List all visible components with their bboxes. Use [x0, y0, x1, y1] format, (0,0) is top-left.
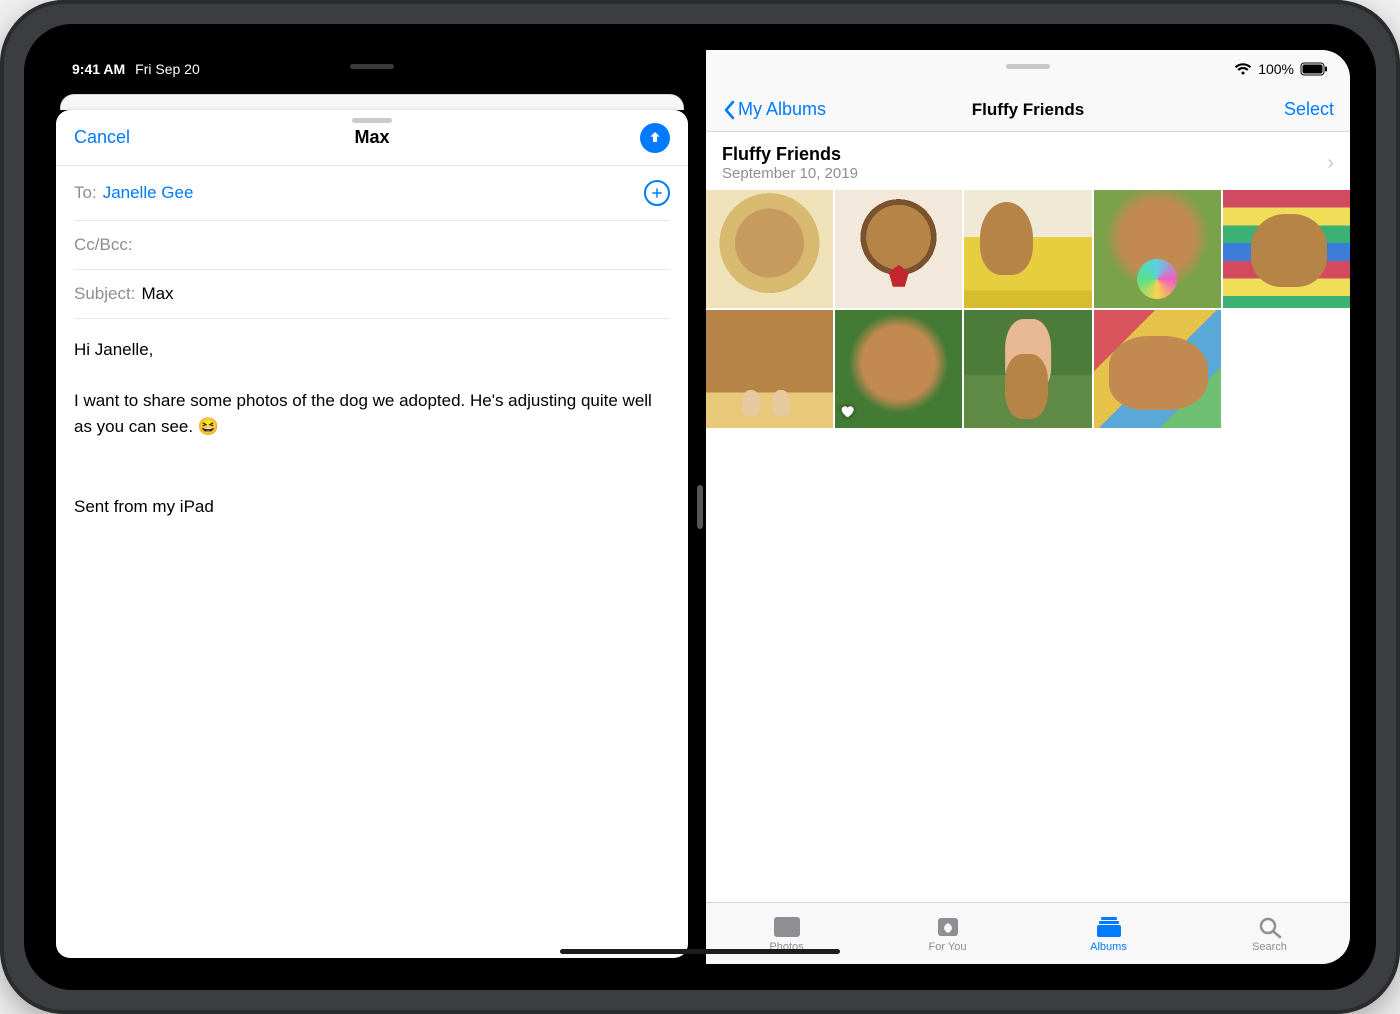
back-label: My Albums [738, 99, 826, 120]
photo-thumb[interactable] [1094, 190, 1221, 308]
subject-label: Subject: [74, 284, 135, 304]
split-view-divider[interactable] [694, 50, 706, 964]
tab-search[interactable]: Search [1230, 915, 1310, 953]
wifi-icon [1234, 62, 1252, 76]
ccbcc-label: Cc/Bcc: [74, 235, 133, 255]
tab-label: For You [929, 941, 967, 953]
select-button[interactable]: Select [1284, 99, 1334, 120]
album-name: Fluffy Friends [722, 144, 858, 165]
chevron-left-icon [722, 100, 736, 120]
photo-thumb[interactable] [1094, 310, 1221, 428]
album-header[interactable]: Fluffy Friends September 10, 2019 › [706, 132, 1350, 190]
status-bar-left: 9:41 AM Fri Sep 20 [50, 50, 694, 88]
compose-card: Cancel Max To: Janelle Gee [56, 110, 688, 958]
arrow-up-icon [647, 130, 663, 146]
album-date: September 10, 2019 [722, 165, 858, 182]
photos-navbar: My Albums Fluffy Friends Select [706, 88, 1350, 132]
photo-thumb[interactable] [964, 190, 1091, 308]
multitask-pill-icon[interactable] [1006, 64, 1050, 69]
to-label: To: [74, 183, 97, 203]
battery-icon [1300, 62, 1328, 76]
home-indicator[interactable] [560, 949, 840, 954]
tab-label: Albums [1090, 941, 1127, 953]
photo-thumb[interactable] [1223, 190, 1350, 308]
background-card [60, 94, 684, 110]
favorite-heart-icon [839, 403, 855, 424]
ipad-bezel: 9:41 AM Fri Sep 20 Cancel Max [24, 24, 1376, 990]
mail-app: 9:41 AM Fri Sep 20 Cancel Max [50, 50, 694, 964]
photo-thumb[interactable] [835, 190, 962, 308]
status-bar-right: 100% [706, 50, 1350, 88]
back-button[interactable]: My Albums [722, 99, 826, 120]
compose-signature[interactable]: Sent from my iPad [56, 497, 688, 535]
subject-field[interactable]: Subject: Max [74, 270, 670, 319]
send-button[interactable] [640, 123, 670, 153]
compose-body[interactable]: Hi Janelle, I want to share some photos … [56, 319, 688, 457]
photo-thumb[interactable] [835, 310, 962, 428]
to-recipient[interactable]: Janelle Gee [103, 183, 194, 203]
to-field[interactable]: To: Janelle Gee [74, 166, 670, 221]
plus-icon [650, 186, 664, 200]
ipad-screen: 9:41 AM Fri Sep 20 Cancel Max [50, 50, 1350, 964]
photo-thumb[interactable] [964, 310, 1091, 428]
compose-navbar: Cancel Max [56, 110, 688, 166]
subject-value: Max [141, 284, 173, 304]
compose-title: Max [56, 127, 688, 148]
photos-app: 100% My Albums Fluffy Friends Select [706, 50, 1350, 964]
tab-photos[interactable]: Photos [747, 915, 827, 953]
photo-thumb[interactable] [706, 310, 833, 428]
photos-tab-bar: Photos For You Albums Search [706, 902, 1350, 964]
tab-albums[interactable]: Albums [1069, 915, 1149, 953]
add-contact-button[interactable] [644, 180, 670, 206]
tab-label: Search [1252, 941, 1287, 953]
photo-grid [706, 190, 1350, 902]
battery-percent: 100% [1258, 61, 1294, 77]
compose-fields: To: Janelle Gee Cc/Bcc: Subject: Max [56, 166, 688, 319]
tab-for-you[interactable]: For You [908, 915, 988, 953]
status-time: 9:41 AM [72, 61, 125, 77]
status-date: Fri Sep 20 [135, 61, 200, 77]
ipad-device-frame: 9:41 AM Fri Sep 20 Cancel Max [0, 0, 1400, 1014]
multitask-pill-icon[interactable] [350, 64, 394, 69]
ccbcc-field[interactable]: Cc/Bcc: [74, 221, 670, 270]
cancel-button[interactable]: Cancel [74, 127, 130, 148]
photo-thumb[interactable] [706, 190, 833, 308]
chevron-right-icon: › [1327, 152, 1334, 175]
